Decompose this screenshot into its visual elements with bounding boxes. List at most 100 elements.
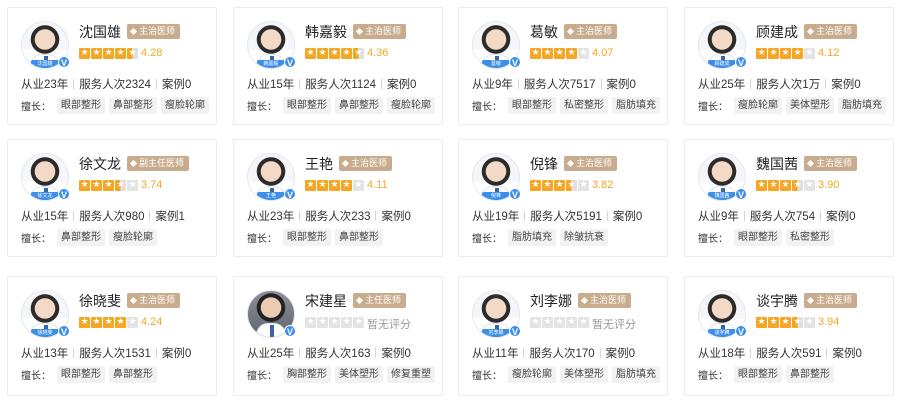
- case-count[interactable]: 案例0: [832, 348, 861, 360]
- specialty-tag[interactable]: 脂肪填充: [508, 229, 556, 246]
- doctor-card[interactable]: 韩嘉毅V韩嘉毅主治医师4.36从业15年服务人次1124案例0擅长：眼部整形鼻部…: [233, 7, 443, 125]
- star-icon: [341, 180, 352, 191]
- doctor-title-badge: 主治医师: [804, 24, 858, 39]
- years-of-practice: 从业23年: [247, 211, 295, 223]
- specialties-label: 擅长：: [247, 102, 277, 113]
- doctor-card[interactable]: 徐晓斐V徐晓斐主治医师4.24从业13年服务人次1531案例0擅长：眼部整形鼻部…: [7, 276, 217, 396]
- doctor-card[interactable]: 倪锋V倪锋主治医师3.82从业19年服务人次5191案例0擅长：脂肪填充除皱抗衰: [458, 139, 668, 257]
- doctor-name[interactable]: 王艳: [305, 154, 333, 174]
- doctor-name[interactable]: 倪锋: [530, 154, 558, 174]
- doctor-card[interactable]: 谈宇腾V谈宇腾主治医师3.94从业18年服务人次591案例0擅长：眼部整形鼻部整…: [684, 276, 894, 396]
- specialty-tag[interactable]: 私密整形: [560, 97, 608, 114]
- specialty-tag[interactable]: 修复重塑: [387, 366, 435, 383]
- star-icon: [79, 317, 90, 328]
- doctor-name[interactable]: 谈宇腾: [756, 291, 798, 311]
- stat-divider: [299, 211, 301, 221]
- case-count[interactable]: 案例0: [381, 348, 410, 360]
- specialty-tag[interactable]: 脂肪填充: [612, 97, 660, 114]
- specialty-tag[interactable]: 美体塑形: [786, 97, 834, 114]
- doctor-stats: 从业13年 服务人次1531 案例0: [21, 345, 191, 361]
- doctor-card[interactable]: 王艳V王艳主治医师4.11从业23年服务人次233案例0擅长：眼部整形鼻部整形: [233, 139, 443, 257]
- case-count[interactable]: 案例0: [606, 348, 635, 360]
- doctor-name[interactable]: 沈国雄: [79, 22, 121, 42]
- specialty-tag[interactable]: 瘦脸轮廓: [508, 366, 556, 383]
- specialties-row: 擅长： 眼部整形 私密整形: [698, 229, 834, 246]
- specialty-tag[interactable]: 瘦脸轮廓: [387, 97, 435, 114]
- specialty-tag[interactable]: 鼻部整形: [109, 366, 157, 383]
- case-count[interactable]: 案例0: [381, 211, 410, 223]
- doctor-name[interactable]: 徐文龙: [79, 154, 121, 174]
- doctor-title-text: 主治医师: [351, 158, 388, 168]
- specialty-tag[interactable]: 眼部整形: [734, 229, 782, 246]
- avatar-name-tag: 刘李娜: [482, 329, 510, 337]
- avatar-name-tag: 顾建成: [708, 60, 736, 68]
- doctor-card[interactable]: 徐文龙V徐文龙副主任医师3.74从业15年服务人次980案例1擅长：鼻部整形瘦脸…: [7, 139, 217, 257]
- star-icon: [305, 317, 316, 328]
- doctor-name[interactable]: 徐晓斐: [79, 291, 121, 311]
- specialty-tag[interactable]: 私密整形: [786, 229, 834, 246]
- specialties-label: 擅长：: [698, 234, 728, 245]
- doctor-name[interactable]: 刘李娜: [530, 291, 572, 311]
- stat-divider: [743, 211, 745, 221]
- star-icon: [317, 48, 328, 59]
- case-count[interactable]: 案例0: [162, 79, 191, 91]
- doctor-card[interactable]: 刘李娜V刘李娜主治医师暂无评分从业11年服务人次170案例0擅长：瘦脸轮廓美体塑…: [458, 276, 668, 396]
- star-icon: [554, 48, 565, 59]
- years-of-practice: 从业13年: [21, 348, 69, 360]
- doctor-card[interactable]: 魏国茜V魏国茜主治医师3.90从业9年服务人次754案例0擅长：眼部整形私密整形: [684, 139, 894, 257]
- rating-score: 3.74: [141, 179, 163, 191]
- specialty-tag[interactable]: 鼻部整形: [335, 229, 383, 246]
- doctor-card[interactable]: 顾建成V顾建成主治医师4.12从业25年服务人次1万案例0擅长：瘦脸轮廓美体塑形…: [684, 7, 894, 125]
- case-count[interactable]: 案例1: [155, 211, 184, 223]
- case-count[interactable]: 案例0: [162, 348, 191, 360]
- star-icon: [578, 48, 589, 59]
- star-icon: [91, 48, 102, 59]
- doctor-card[interactable]: V 宋建星 主任医师暂无评分从业25年服务人次163 案例0 擅长： 胸部整形美体塑形修复…: [233, 276, 443, 396]
- specialty-tag[interactable]: 鼻部整形: [786, 366, 834, 383]
- service-count: 服务人次1万: [756, 79, 821, 91]
- doctor-name[interactable]: 葛敏: [530, 22, 558, 42]
- specialty-tag[interactable]: 鼻部整形: [335, 97, 383, 114]
- specialty-tag[interactable]: 除皱抗衰: [560, 229, 608, 246]
- specialty-tag[interactable]: 鼻部整形: [109, 97, 157, 114]
- doctor-name[interactable]: 魏国茜: [756, 154, 798, 174]
- doctor-name[interactable]: 宋建星: [305, 291, 347, 311]
- specialty-tag[interactable]: 脂肪填充: [838, 97, 886, 114]
- specialties-row: 擅长： 胸部整形 美体塑形 修复重塑: [247, 366, 435, 383]
- specialty-tag[interactable]: 眼部整形: [57, 366, 105, 383]
- doctor-name[interactable]: 顾建成: [756, 22, 798, 42]
- star-icon: [768, 180, 779, 191]
- doctor-card[interactable]: 葛敏V葛敏主治医师4.07从业9年服务人次7517案例0擅长：眼部整形私密整形脂…: [458, 7, 668, 125]
- verified-icon: V: [284, 56, 296, 68]
- specialty-tag[interactable]: 瘦脸轮廓: [161, 97, 209, 114]
- specialty-tag[interactable]: 瘦脸轮廓: [734, 97, 782, 114]
- star-icon: [115, 48, 126, 59]
- specialty-tag[interactable]: 美体塑形: [335, 366, 383, 383]
- specialty-tag[interactable]: 胸部整形: [283, 366, 331, 383]
- specialty-tag[interactable]: 美体塑形: [560, 366, 608, 383]
- case-count[interactable]: 案例0: [387, 79, 416, 91]
- stat-divider: [750, 348, 752, 358]
- doctor-card[interactable]: 沈国雄V沈国雄主治医师4.28从业23年服务人次2324案例0擅长：眼部整形鼻部…: [7, 7, 217, 125]
- specialty-tag[interactable]: 眼部整形: [57, 97, 105, 114]
- doctor-name[interactable]: 韩嘉毅: [305, 22, 347, 42]
- stat-divider: [375, 348, 377, 358]
- star-icon: [756, 180, 767, 191]
- case-count[interactable]: 案例0: [613, 211, 642, 223]
- specialty-tag[interactable]: 瘦脸轮廓: [109, 229, 157, 246]
- rating-score: 3.82: [592, 179, 614, 191]
- specialty-tag[interactable]: 鼻部整形: [57, 229, 105, 246]
- doctor-title-badge: 主治医师: [804, 293, 858, 308]
- specialty-tag[interactable]: 眼部整形: [283, 97, 331, 114]
- specialty-tag[interactable]: 眼部整形: [508, 97, 556, 114]
- case-count[interactable]: 案例0: [826, 211, 855, 223]
- specialty-tag[interactable]: 眼部整形: [283, 229, 331, 246]
- case-count[interactable]: 案例0: [831, 79, 860, 91]
- specialty-tag[interactable]: 眼部整形: [734, 366, 782, 383]
- star-icon: [768, 317, 779, 328]
- specialty-tag[interactable]: 脂肪填充: [612, 366, 660, 383]
- case-count[interactable]: 案例0: [607, 79, 636, 91]
- specialties-label: 擅长：: [472, 371, 502, 382]
- years-of-practice: 从业9年: [472, 79, 513, 91]
- avatar-name-tag: 倪锋: [482, 192, 510, 200]
